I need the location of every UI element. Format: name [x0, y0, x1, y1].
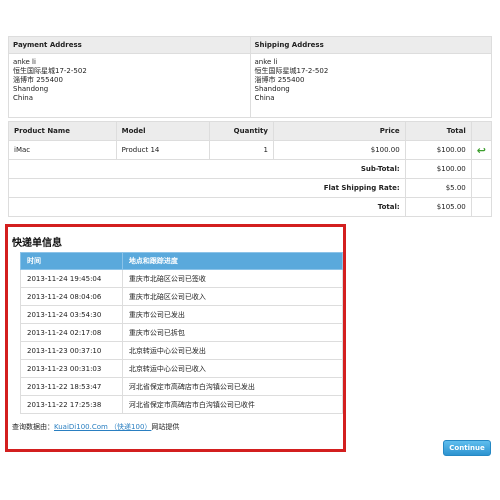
footnote-suffix: 网站提供 [151, 423, 180, 431]
table-row: Sub-Total: $100.00 [8, 159, 493, 179]
table-row: Flat Shipping Rate: $5.00 [8, 178, 493, 198]
tracking-time: 2013-11-24 08:04:06 [20, 287, 123, 306]
payment-address: anke li 恒生国际星城17-2-502 淄博市 255400 Shando… [8, 53, 251, 118]
order-table: Product Name Model Quantity Price Total … [8, 121, 493, 217]
tracking-table: 时间 地点和跟踪进度 2013-11-24 19:45:04 重庆市北碚区公司已签… [20, 252, 344, 414]
table-row: Total: $105.00 [8, 197, 493, 217]
continue-button[interactable]: Continue [443, 440, 491, 456]
empty-cell [470, 197, 493, 217]
col-product: Product Name [8, 121, 117, 141]
tracking-panel: 快递单信息 时间 地点和跟踪进度 2013-11-24 19:45:04 重庆市北… [5, 224, 346, 452]
address-line: Shandong [254, 85, 290, 93]
table-row: 2013-11-24 08:04:06 重庆市北碚区公司已收入 [20, 287, 344, 306]
shipping-value: $5.00 [404, 178, 472, 198]
product-quantity: 1 [208, 140, 274, 160]
address-line: 淄博市 255400 [13, 76, 63, 84]
subtotal-label: Sub-Total: [8, 159, 406, 179]
total-value: $105.00 [404, 197, 472, 217]
subtotal-value: $100.00 [404, 159, 472, 179]
tracking-status: 北京转运中心公司已发出 [121, 341, 344, 360]
address-line: 恒生国际星城17-2-502 [254, 67, 329, 75]
tracking-status: 重庆市公司已拆包 [121, 323, 344, 342]
footnote-prefix: 查询数据由： [12, 423, 54, 431]
tracking-time: 2013-11-22 18:53:47 [20, 377, 123, 396]
address-table: Payment Address Shipping Address anke li… [8, 36, 492, 118]
table-row: 2013-11-22 17:25:38 河北省保定市高碑店市白沟镇公司已收件 [20, 395, 344, 414]
table-row: 2013-11-24 19:45:04 重庆市北碚区公司已签收 [20, 269, 344, 288]
tracking-status: 重庆市北碚区公司已签收 [121, 269, 344, 288]
table-row: 2013-11-23 00:37:10 北京转运中心公司已发出 [20, 341, 344, 360]
total-label: Total: [8, 197, 406, 217]
col-quantity: Quantity [208, 121, 274, 141]
empty-cell [470, 178, 493, 198]
table-row: iMac Product 14 1 $100.00 $100.00 ↩ [8, 140, 493, 160]
shipping-label: Flat Shipping Rate: [8, 178, 406, 198]
col-progress: 地点和跟踪进度 [121, 252, 344, 270]
return-button[interactable]: ↩ [470, 140, 493, 160]
empty-cell [470, 159, 493, 179]
tracking-source-note: 查询数据由：KuaiDi100.Com （快递100）网站提供 [12, 422, 179, 432]
col-action [470, 121, 493, 141]
shipping-address: anke li 恒生国际星城17-2-502 淄博市 255400 Shando… [249, 53, 492, 118]
tracking-status: 重庆市公司已发出 [121, 305, 344, 324]
tracking-status: 河北省保定市高碑店市白沟镇公司已发出 [121, 377, 344, 396]
product-name: iMac [8, 140, 117, 160]
tracking-status: 河北省保定市高碑店市白沟镇公司已收件 [121, 395, 344, 414]
tracking-status: 北京转运中心公司已收入 [121, 359, 344, 378]
col-time: 时间 [20, 252, 123, 270]
col-total: Total [404, 121, 472, 141]
col-price: Price [272, 121, 406, 141]
return-icon[interactable]: ↩ [477, 144, 486, 157]
col-model: Model [115, 121, 210, 141]
tracking-title: 快递单信息 [12, 238, 62, 249]
table-row: 2013-11-23 00:31:03 北京转运中心公司已收入 [20, 359, 344, 378]
address-line: anke li [254, 58, 278, 66]
product-model: Product 14 [115, 140, 210, 160]
address-line: anke li [13, 58, 36, 66]
address-line: China [254, 94, 275, 102]
address-line: Shandong [13, 85, 49, 93]
table-row: 2013-11-24 02:17:08 重庆市公司已拆包 [20, 323, 344, 342]
table-row: 2013-11-22 18:53:47 河北省保定市高碑店市白沟镇公司已发出 [20, 377, 344, 396]
tracking-time: 2013-11-24 03:54:30 [20, 305, 123, 324]
tracking-status: 重庆市北碚区公司已收入 [121, 287, 344, 306]
tracking-time: 2013-11-22 17:25:38 [20, 395, 123, 414]
product-total: $100.00 [404, 140, 472, 160]
tracking-time: 2013-11-24 19:45:04 [20, 269, 123, 288]
address-line: China [13, 94, 33, 102]
shipping-address-header: Shipping Address [249, 36, 492, 54]
tracking-time: 2013-11-23 00:31:03 [20, 359, 123, 378]
address-line: 恒生国际星城17-2-502 [13, 67, 87, 75]
address-line: 淄博市 255400 [254, 76, 305, 84]
tracking-time: 2013-11-24 02:17:08 [20, 323, 123, 342]
tracking-time: 2013-11-23 00:37:10 [20, 341, 123, 360]
kuaidi100-link[interactable]: KuaiDi100.Com （快递100） [54, 423, 151, 431]
table-row: 2013-11-24 03:54:30 重庆市公司已发出 [20, 305, 344, 324]
payment-address-header: Payment Address [8, 36, 251, 54]
product-price: $100.00 [272, 140, 406, 160]
